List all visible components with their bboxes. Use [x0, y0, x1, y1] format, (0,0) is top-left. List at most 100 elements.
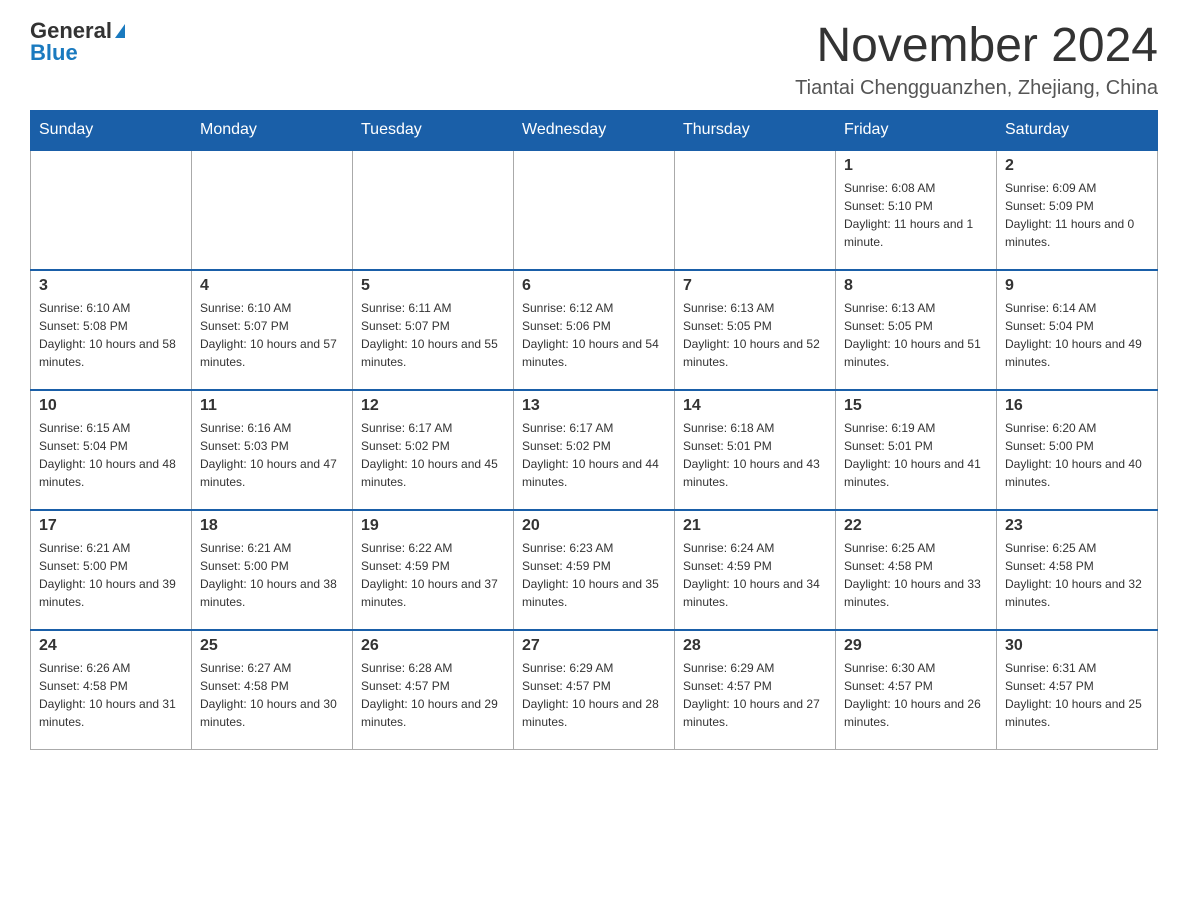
- calendar-cell: 27 Sunrise: 6:29 AMSunset: 4:57 PMDayligh…: [514, 630, 675, 750]
- day-number: 15: [844, 397, 988, 415]
- day-number: 5: [361, 277, 505, 295]
- day-info: Sunrise: 6:22 AMSunset: 4:59 PMDaylight:…: [361, 539, 505, 611]
- day-number: 13: [522, 397, 666, 415]
- calendar-cell: 24Sunrise: 6:26 AMSunset: 4:58 PMDayligh…: [31, 630, 192, 750]
- title-section: November 2024 Tiantai Chengguanzhen, Zhe…: [795, 20, 1158, 100]
- day-info: Sunrise: 6:15 AMSunset: 5:04 PMDaylight:…: [39, 419, 183, 491]
- calendar-cell: [192, 150, 353, 270]
- calendar-cell: [31, 150, 192, 270]
- day-number: 12: [361, 397, 505, 415]
- day-info: Sunrise: 6:28 AMSunset: 4:57 PMDaylight:…: [361, 659, 505, 731]
- day-info: Sunrise: 6:24 AMSunset: 4:59 PMDaylight:…: [683, 539, 827, 611]
- day-info: Sunrise: 6:17 AMSunset: 5:02 PMDaylight:…: [361, 419, 505, 491]
- calendar-cell: [514, 150, 675, 270]
- day-number: 8: [844, 277, 988, 295]
- day-number: 22: [844, 517, 988, 535]
- calendar-cell: 3 Sunrise: 6:10 AMSunset: 5:08 PMDaylight…: [31, 270, 192, 390]
- calendar-cell: 12 Sunrise: 6:17 AMSunset: 5:02 PMDayligh…: [353, 390, 514, 510]
- calendar-cell: 9 Sunrise: 6:14 AMSunset: 5:04 PMDaylight…: [997, 270, 1158, 390]
- day-number: 25: [200, 637, 344, 655]
- calendar-cell: 20Sunrise: 6:23 AMSunset: 4:59 PMDayligh…: [514, 510, 675, 630]
- day-number: 19: [361, 517, 505, 535]
- week-row-4: 17 Sunrise: 6:21 AMSunset: 5:00 PMDayligh…: [31, 510, 1158, 630]
- calendar-cell: 11 Sunrise: 6:16 AMSunset: 5:03 PMDayligh…: [192, 390, 353, 510]
- location-title: Tiantai Chengguanzhen, Zhejiang, China: [795, 77, 1158, 100]
- day-info: Sunrise: 6:14 AMSunset: 5:04 PMDaylight:…: [1005, 299, 1149, 371]
- calendar-cell: 18 Sunrise: 6:21 AMSunset: 5:00 PMDayligh…: [192, 510, 353, 630]
- calendar-cell: 2 Sunrise: 6:09 AMSunset: 5:09 PMDaylight…: [997, 150, 1158, 270]
- header-thursday: Thursday: [675, 110, 836, 150]
- logo-triangle-icon: [115, 24, 125, 38]
- calendar-cell: 26 Sunrise: 6:28 AMSunset: 4:57 PMDayligh…: [353, 630, 514, 750]
- day-info: Sunrise: 6:11 AMSunset: 5:07 PMDaylight:…: [361, 299, 505, 371]
- day-number: 7: [683, 277, 827, 295]
- calendar-cell: 29Sunrise: 6:30 AMSunset: 4:57 PMDayligh…: [836, 630, 997, 750]
- day-number: 26: [361, 637, 505, 655]
- calendar-cell: 30 Sunrise: 6:31 AMSunset: 4:57 PMDayligh…: [997, 630, 1158, 750]
- day-number: 30: [1005, 637, 1149, 655]
- day-info: Sunrise: 6:10 AMSunset: 5:07 PMDaylight:…: [200, 299, 344, 371]
- day-number: 20: [522, 517, 666, 535]
- logo-blue-text: Blue: [30, 42, 78, 64]
- header-saturday: Saturday: [997, 110, 1158, 150]
- logo: General Blue: [30, 20, 125, 64]
- day-info: Sunrise: 6:08 AMSunset: 5:10 PMDaylight:…: [844, 179, 988, 251]
- day-number: 17: [39, 517, 183, 535]
- day-info: Sunrise: 6:29 AMSunset: 4:57 PMDaylight:…: [683, 659, 827, 731]
- logo-general-text: General: [30, 20, 112, 42]
- header-monday: Monday: [192, 110, 353, 150]
- day-info: Sunrise: 6:19 AMSunset: 5:01 PMDaylight:…: [844, 419, 988, 491]
- day-number: 18: [200, 517, 344, 535]
- month-title: November 2024: [795, 20, 1158, 73]
- day-number: 6: [522, 277, 666, 295]
- calendar-cell: 10 Sunrise: 6:15 AMSunset: 5:04 PMDayligh…: [31, 390, 192, 510]
- weekday-header-row: SundayMondayTuesdayWednesdayThursdayFrid…: [31, 110, 1158, 150]
- header-tuesday: Tuesday: [353, 110, 514, 150]
- day-number: 27: [522, 637, 666, 655]
- calendar-cell: [353, 150, 514, 270]
- calendar-cell: 1 Sunrise: 6:08 AMSunset: 5:10 PMDaylight…: [836, 150, 997, 270]
- day-info: Sunrise: 6:13 AMSunset: 5:05 PMDaylight:…: [683, 299, 827, 371]
- day-info: Sunrise: 6:16 AMSunset: 5:03 PMDaylight:…: [200, 419, 344, 491]
- calendar: SundayMondayTuesdayWednesdayThursdayFrid…: [30, 110, 1158, 751]
- header-wednesday: Wednesday: [514, 110, 675, 150]
- calendar-cell: 4Sunrise: 6:10 AMSunset: 5:07 PMDaylight…: [192, 270, 353, 390]
- calendar-cell: 28 Sunrise: 6:29 AMSunset: 4:57 PMDayligh…: [675, 630, 836, 750]
- week-row-3: 10 Sunrise: 6:15 AMSunset: 5:04 PMDayligh…: [31, 390, 1158, 510]
- calendar-cell: 6 Sunrise: 6:12 AMSunset: 5:06 PMDaylight…: [514, 270, 675, 390]
- week-row-1: 1 Sunrise: 6:08 AMSunset: 5:10 PMDaylight…: [31, 150, 1158, 270]
- day-info: Sunrise: 6:29 AMSunset: 4:57 PMDaylight:…: [522, 659, 666, 731]
- calendar-cell: 21 Sunrise: 6:24 AMSunset: 4:59 PMDayligh…: [675, 510, 836, 630]
- day-number: 28: [683, 637, 827, 655]
- calendar-cell: 22 Sunrise: 6:25 AMSunset: 4:58 PMDayligh…: [836, 510, 997, 630]
- day-number: 9: [1005, 277, 1149, 295]
- header: General Blue November 2024 Tiantai Cheng…: [30, 20, 1158, 100]
- day-info: Sunrise: 6:13 AMSunset: 5:05 PMDaylight:…: [844, 299, 988, 371]
- calendar-cell: 7 Sunrise: 6:13 AMSunset: 5:05 PMDaylight…: [675, 270, 836, 390]
- header-sunday: Sunday: [31, 110, 192, 150]
- calendar-cell: 25Sunrise: 6:27 AMSunset: 4:58 PMDayligh…: [192, 630, 353, 750]
- day-number: 3: [39, 277, 183, 295]
- week-row-2: 3 Sunrise: 6:10 AMSunset: 5:08 PMDaylight…: [31, 270, 1158, 390]
- calendar-cell: 5 Sunrise: 6:11 AMSunset: 5:07 PMDaylight…: [353, 270, 514, 390]
- day-info: Sunrise: 6:25 AMSunset: 4:58 PMDaylight:…: [1005, 539, 1149, 611]
- day-info: Sunrise: 6:25 AMSunset: 4:58 PMDaylight:…: [844, 539, 988, 611]
- day-info: Sunrise: 6:21 AMSunset: 5:00 PMDaylight:…: [39, 539, 183, 611]
- calendar-cell: 23 Sunrise: 6:25 AMSunset: 4:58 PMDayligh…: [997, 510, 1158, 630]
- day-number: 2: [1005, 157, 1149, 175]
- day-info: Sunrise: 6:12 AMSunset: 5:06 PMDaylight:…: [522, 299, 666, 371]
- day-info: Sunrise: 6:31 AMSunset: 4:57 PMDaylight:…: [1005, 659, 1149, 731]
- calendar-cell: 19 Sunrise: 6:22 AMSunset: 4:59 PMDayligh…: [353, 510, 514, 630]
- day-number: 23: [1005, 517, 1149, 535]
- day-info: Sunrise: 6:21 AMSunset: 5:00 PMDaylight:…: [200, 539, 344, 611]
- calendar-cell: [675, 150, 836, 270]
- day-number: 1: [844, 157, 988, 175]
- day-number: 10: [39, 397, 183, 415]
- day-number: 21: [683, 517, 827, 535]
- day-number: 24: [39, 637, 183, 655]
- day-info: Sunrise: 6:09 AMSunset: 5:09 PMDaylight:…: [1005, 179, 1149, 251]
- day-number: 11: [200, 397, 344, 415]
- day-info: Sunrise: 6:10 AMSunset: 5:08 PMDaylight:…: [39, 299, 183, 371]
- calendar-cell: 15 Sunrise: 6:19 AMSunset: 5:01 PMDayligh…: [836, 390, 997, 510]
- day-info: Sunrise: 6:30 AMSunset: 4:57 PMDaylight:…: [844, 659, 988, 731]
